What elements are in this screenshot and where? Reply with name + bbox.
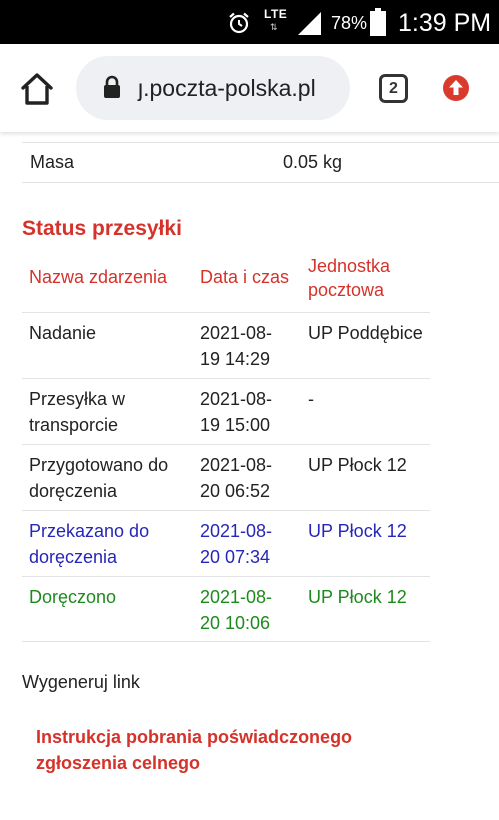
event-name: Przygotowano do doręczenia	[29, 455, 169, 501]
event-name: Przesyłka w transporcie	[29, 389, 126, 435]
data-activity-icon: ⇅	[270, 22, 278, 32]
address-bar[interactable]: ȷ.poczta-polska.pl	[76, 56, 350, 120]
battery-percent: 78%	[331, 13, 368, 33]
mass-value: 0.05 kg	[283, 152, 343, 172]
browser-toolbar: ȷ.poczta-polska.pl 2	[0, 44, 499, 132]
status-heading: Status przesyłki	[22, 217, 182, 240]
event-unit: UP Płock 12	[308, 521, 407, 541]
page-content: Masa 0.05 kg Status przesyłki Nazwa zdar…	[0, 132, 499, 820]
table-row: Doręczono 2021-08-20 10:06 UP Płock 12	[22, 576, 430, 642]
url-text[interactable]: ȷ.poczta-polska.pl	[138, 74, 316, 102]
clock: 1:39 PM	[398, 9, 492, 37]
event-datetime: 2021-08-19 15:00	[200, 389, 273, 435]
event-datetime: 2021-08-20 07:34	[200, 521, 273, 567]
network-type: LTE	[264, 7, 288, 21]
event-unit: UP Płock 12	[308, 455, 407, 475]
customs-instruction-link[interactable]: Instrukcja pobrania poświadczonego zgłos…	[36, 724, 366, 776]
event-name: Doręczono	[29, 587, 117, 607]
table-row: Przekazano do doręczenia 2021-08-20 07:3…	[22, 510, 430, 576]
event-unit: UP Płock 12	[308, 587, 407, 607]
event-datetime: 2021-08-19 14:29	[200, 323, 273, 369]
update-icon[interactable]	[442, 74, 470, 102]
tab-switcher-button[interactable]: 2	[379, 74, 408, 103]
status-bar: LTE ⇅ 78% 1:39 PM	[0, 0, 499, 44]
column-header-event: Nazwa zdarzenia	[29, 267, 168, 287]
mass-label: Masa	[30, 152, 75, 172]
home-icon[interactable]	[20, 72, 54, 106]
event-unit: UP Poddębice	[308, 323, 423, 343]
mass-row: Masa 0.05 kg	[22, 143, 499, 183]
event-unit: -	[308, 389, 314, 409]
event-datetime: 2021-08-20 06:52	[200, 455, 273, 501]
column-header-unit: Jednostka pocztowa	[308, 256, 391, 300]
generate-link-button[interactable]: Wygeneruj link	[22, 670, 140, 694]
table-row: Przesyłka w transporcie 2021-08-19 15:00…	[22, 378, 430, 444]
table-row: Przygotowano do doręczenia 2021-08-20 06…	[22, 444, 430, 510]
event-name: Nadanie	[29, 323, 97, 343]
lock-icon	[104, 75, 120, 98]
alarm-icon	[229, 12, 249, 34]
column-header-datetime: Data i czas	[200, 267, 290, 287]
signal-icon	[298, 12, 321, 35]
table-row: Nadanie 2021-08-19 14:29 UP Poddębice	[22, 312, 430, 378]
event-name: Przekazano do doręczenia	[29, 521, 150, 567]
event-datetime: 2021-08-20 10:06	[200, 587, 273, 633]
battery-icon	[370, 8, 386, 36]
